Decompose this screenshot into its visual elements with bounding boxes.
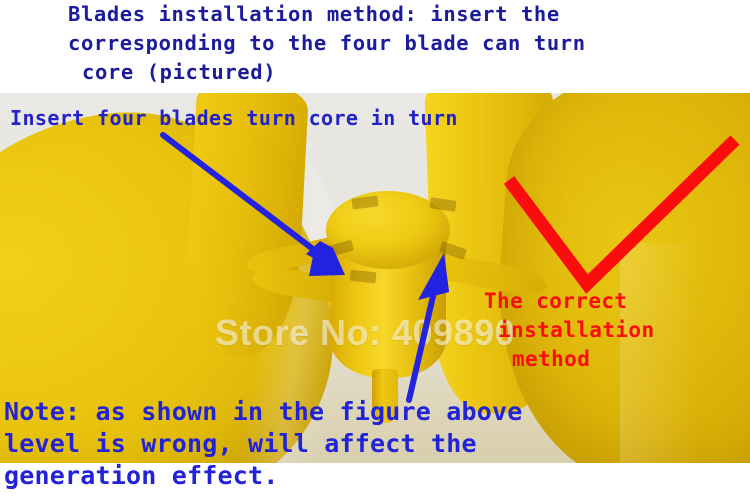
header-caption-block: Blades installation method: insert the c… (0, 0, 750, 93)
correct-method-label: The correct installation method (484, 287, 655, 374)
correct-method-line-2: installation (498, 318, 655, 342)
note-line-3: generation effect. (4, 461, 279, 490)
insert-instruction-label: Insert four blades turn core in turn (10, 106, 458, 130)
product-instruction-image: Store No: 409890 Blades installation met… (0, 0, 750, 501)
note-warning-label: Note: as shown in the figure above level… (4, 396, 523, 492)
store-watermark: Store No: 409890 (215, 312, 516, 353)
note-line-1: Note: as shown in the figure above (4, 397, 523, 426)
correct-method-line-3: method (512, 347, 591, 371)
correct-method-line-1: The correct (484, 289, 628, 313)
note-line-2: level is wrong, will affect the (4, 429, 477, 458)
header-line-1: Blades installation method: insert the (68, 2, 560, 26)
header-line-2: corresponding to the four blade can turn (68, 31, 586, 55)
header-line-3: core (pictured) (82, 60, 277, 84)
